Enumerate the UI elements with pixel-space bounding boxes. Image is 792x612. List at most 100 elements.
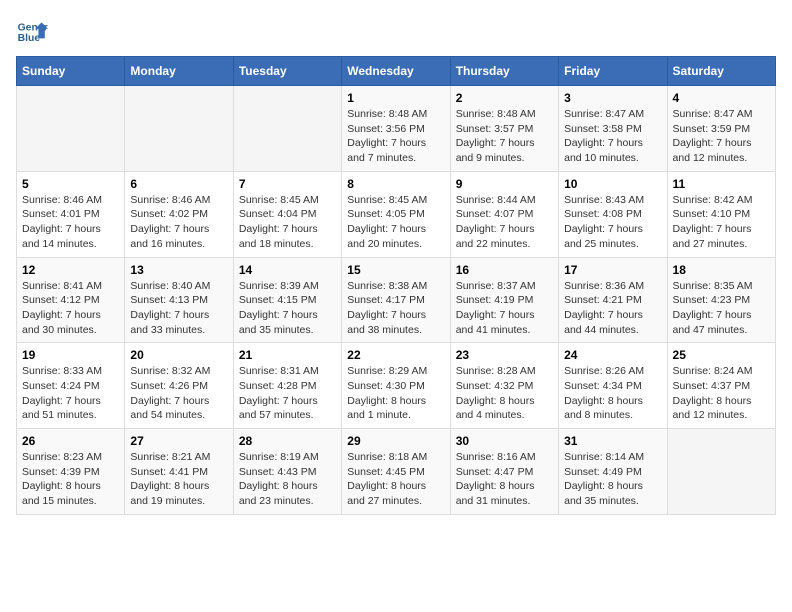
logo-icon: General Blue (16, 16, 48, 48)
day-number: 1 (347, 91, 444, 105)
calendar-cell: 28 Sunrise: 8:19 AM Sunset: 4:43 PM Dayli… (233, 429, 341, 515)
calendar-cell (17, 86, 125, 172)
calendar-cell: 6 Sunrise: 8:46 AM Sunset: 4:02 PM Daylig… (125, 171, 233, 257)
day-number: 8 (347, 177, 444, 191)
day-number: 12 (22, 263, 119, 277)
day-info: Sunrise: 8:44 AM Sunset: 4:07 PM Dayligh… (456, 193, 553, 252)
calendar-cell: 4 Sunrise: 8:47 AM Sunset: 3:59 PM Daylig… (667, 86, 775, 172)
day-info: Sunrise: 8:31 AM Sunset: 4:28 PM Dayligh… (239, 364, 336, 423)
day-info: Sunrise: 8:29 AM Sunset: 4:30 PM Dayligh… (347, 364, 444, 423)
day-info: Sunrise: 8:16 AM Sunset: 4:47 PM Dayligh… (456, 450, 553, 509)
calendar-cell: 5 Sunrise: 8:46 AM Sunset: 4:01 PM Daylig… (17, 171, 125, 257)
calendar-cell: 18Sunrise: 8:35 AM Sunset: 4:23 PM Dayli… (667, 257, 775, 343)
day-info: Sunrise: 8:24 AM Sunset: 4:37 PM Dayligh… (673, 364, 770, 423)
day-info: Sunrise: 8:45 AM Sunset: 4:04 PM Dayligh… (239, 193, 336, 252)
calendar-cell: 14Sunrise: 8:39 AM Sunset: 4:15 PM Dayli… (233, 257, 341, 343)
day-number: 28 (239, 434, 336, 448)
day-number: 4 (673, 91, 770, 105)
calendar-cell: 16Sunrise: 8:37 AM Sunset: 4:19 PM Dayli… (450, 257, 558, 343)
day-number: 23 (456, 348, 553, 362)
day-number: 29 (347, 434, 444, 448)
day-info: Sunrise: 8:47 AM Sunset: 3:59 PM Dayligh… (673, 107, 770, 166)
day-info: Sunrise: 8:35 AM Sunset: 4:23 PM Dayligh… (673, 279, 770, 338)
calendar-cell: 17Sunrise: 8:36 AM Sunset: 4:21 PM Dayli… (559, 257, 667, 343)
page-header: General Blue (16, 16, 776, 48)
calendar-cell: 26 Sunrise: 8:23 AM Sunset: 4:39 PM Dayli… (17, 429, 125, 515)
calendar-cell: 7 Sunrise: 8:45 AM Sunset: 4:04 PM Daylig… (233, 171, 341, 257)
day-info: Sunrise: 8:43 AM Sunset: 4:08 PM Dayligh… (564, 193, 661, 252)
calendar-cell: 19 Sunrise: 8:33 AM Sunset: 4:24 PM Dayli… (17, 343, 125, 429)
day-number: 7 (239, 177, 336, 191)
calendar-cell: 29 Sunrise: 8:18 AM Sunset: 4:45 PM Dayli… (342, 429, 450, 515)
calendar-week-4: 19 Sunrise: 8:33 AM Sunset: 4:24 PM Dayli… (17, 343, 776, 429)
header-cell-friday: Friday (559, 57, 667, 86)
day-number: 3 (564, 91, 661, 105)
day-info: Sunrise: 8:46 AM Sunset: 4:01 PM Dayligh… (22, 193, 119, 252)
calendar-cell: 21 Sunrise: 8:31 AM Sunset: 4:28 PM Dayli… (233, 343, 341, 429)
day-number: 24 (564, 348, 661, 362)
day-number: 30 (456, 434, 553, 448)
calendar-week-1: 1Sunrise: 8:48 AM Sunset: 3:56 PM Daylig… (17, 86, 776, 172)
day-number: 5 (22, 177, 119, 191)
calendar-cell: 13 Sunrise: 8:40 AM Sunset: 4:13 PM Dayli… (125, 257, 233, 343)
header-cell-thursday: Thursday (450, 57, 558, 86)
day-number: 14 (239, 263, 336, 277)
day-number: 26 (22, 434, 119, 448)
calendar-cell: 22 Sunrise: 8:29 AM Sunset: 4:30 PM Dayli… (342, 343, 450, 429)
day-info: Sunrise: 8:18 AM Sunset: 4:45 PM Dayligh… (347, 450, 444, 509)
calendar-cell: 27 Sunrise: 8:21 AM Sunset: 4:41 PM Dayli… (125, 429, 233, 515)
calendar-cell: 25 Sunrise: 8:24 AM Sunset: 4:37 PM Dayli… (667, 343, 775, 429)
header-cell-monday: Monday (125, 57, 233, 86)
calendar-cell (667, 429, 775, 515)
header-row: SundayMondayTuesdayWednesdayThursdayFrid… (17, 57, 776, 86)
day-info: Sunrise: 8:38 AM Sunset: 4:17 PM Dayligh… (347, 279, 444, 338)
calendar-cell: 2 Sunrise: 8:48 AM Sunset: 3:57 PM Daylig… (450, 86, 558, 172)
header-cell-saturday: Saturday (667, 57, 775, 86)
day-info: Sunrise: 8:36 AM Sunset: 4:21 PM Dayligh… (564, 279, 661, 338)
day-info: Sunrise: 8:40 AM Sunset: 4:13 PM Dayligh… (130, 279, 227, 338)
day-info: Sunrise: 8:46 AM Sunset: 4:02 PM Dayligh… (130, 193, 227, 252)
day-number: 21 (239, 348, 336, 362)
day-number: 22 (347, 348, 444, 362)
day-number: 20 (130, 348, 227, 362)
calendar-cell: 1Sunrise: 8:48 AM Sunset: 3:56 PM Daylig… (342, 86, 450, 172)
calendar-cell (125, 86, 233, 172)
day-info: Sunrise: 8:14 AM Sunset: 4:49 PM Dayligh… (564, 450, 661, 509)
svg-text:Blue: Blue (18, 33, 41, 44)
calendar-cell: 23Sunrise: 8:28 AM Sunset: 4:32 PM Dayli… (450, 343, 558, 429)
calendar-header: SundayMondayTuesdayWednesdayThursdayFrid… (17, 57, 776, 86)
day-info: Sunrise: 8:23 AM Sunset: 4:39 PM Dayligh… (22, 450, 119, 509)
calendar-cell: 24 Sunrise: 8:26 AM Sunset: 4:34 PM Dayli… (559, 343, 667, 429)
day-number: 25 (673, 348, 770, 362)
day-number: 11 (673, 177, 770, 191)
day-number: 6 (130, 177, 227, 191)
day-info: Sunrise: 8:26 AM Sunset: 4:34 PM Dayligh… (564, 364, 661, 423)
calendar-cell: 3Sunrise: 8:47 AM Sunset: 3:58 PM Daylig… (559, 86, 667, 172)
day-number: 2 (456, 91, 553, 105)
day-info: Sunrise: 8:45 AM Sunset: 4:05 PM Dayligh… (347, 193, 444, 252)
day-number: 27 (130, 434, 227, 448)
day-number: 31 (564, 434, 661, 448)
day-number: 9 (456, 177, 553, 191)
calendar-cell: 20 Sunrise: 8:32 AM Sunset: 4:26 PM Dayli… (125, 343, 233, 429)
day-info: Sunrise: 8:33 AM Sunset: 4:24 PM Dayligh… (22, 364, 119, 423)
day-number: 10 (564, 177, 661, 191)
day-info: Sunrise: 8:19 AM Sunset: 4:43 PM Dayligh… (239, 450, 336, 509)
day-number: 13 (130, 263, 227, 277)
calendar-body: 1Sunrise: 8:48 AM Sunset: 3:56 PM Daylig… (17, 86, 776, 515)
calendar-cell: 30 Sunrise: 8:16 AM Sunset: 4:47 PM Dayli… (450, 429, 558, 515)
calendar-week-2: 5 Sunrise: 8:46 AM Sunset: 4:01 PM Daylig… (17, 171, 776, 257)
day-info: Sunrise: 8:42 AM Sunset: 4:10 PM Dayligh… (673, 193, 770, 252)
calendar-cell: 10 Sunrise: 8:43 AM Sunset: 4:08 PM Dayli… (559, 171, 667, 257)
day-info: Sunrise: 8:32 AM Sunset: 4:26 PM Dayligh… (130, 364, 227, 423)
day-info: Sunrise: 8:37 AM Sunset: 4:19 PM Dayligh… (456, 279, 553, 338)
day-info: Sunrise: 8:48 AM Sunset: 3:57 PM Dayligh… (456, 107, 553, 166)
calendar-week-5: 26 Sunrise: 8:23 AM Sunset: 4:39 PM Dayli… (17, 429, 776, 515)
day-info: Sunrise: 8:21 AM Sunset: 4:41 PM Dayligh… (130, 450, 227, 509)
calendar-cell: 15Sunrise: 8:38 AM Sunset: 4:17 PM Dayli… (342, 257, 450, 343)
calendar-table: SundayMondayTuesdayWednesdayThursdayFrid… (16, 56, 776, 515)
header-cell-wednesday: Wednesday (342, 57, 450, 86)
logo: General Blue (16, 16, 48, 48)
header-cell-sunday: Sunday (17, 57, 125, 86)
day-number: 19 (22, 348, 119, 362)
